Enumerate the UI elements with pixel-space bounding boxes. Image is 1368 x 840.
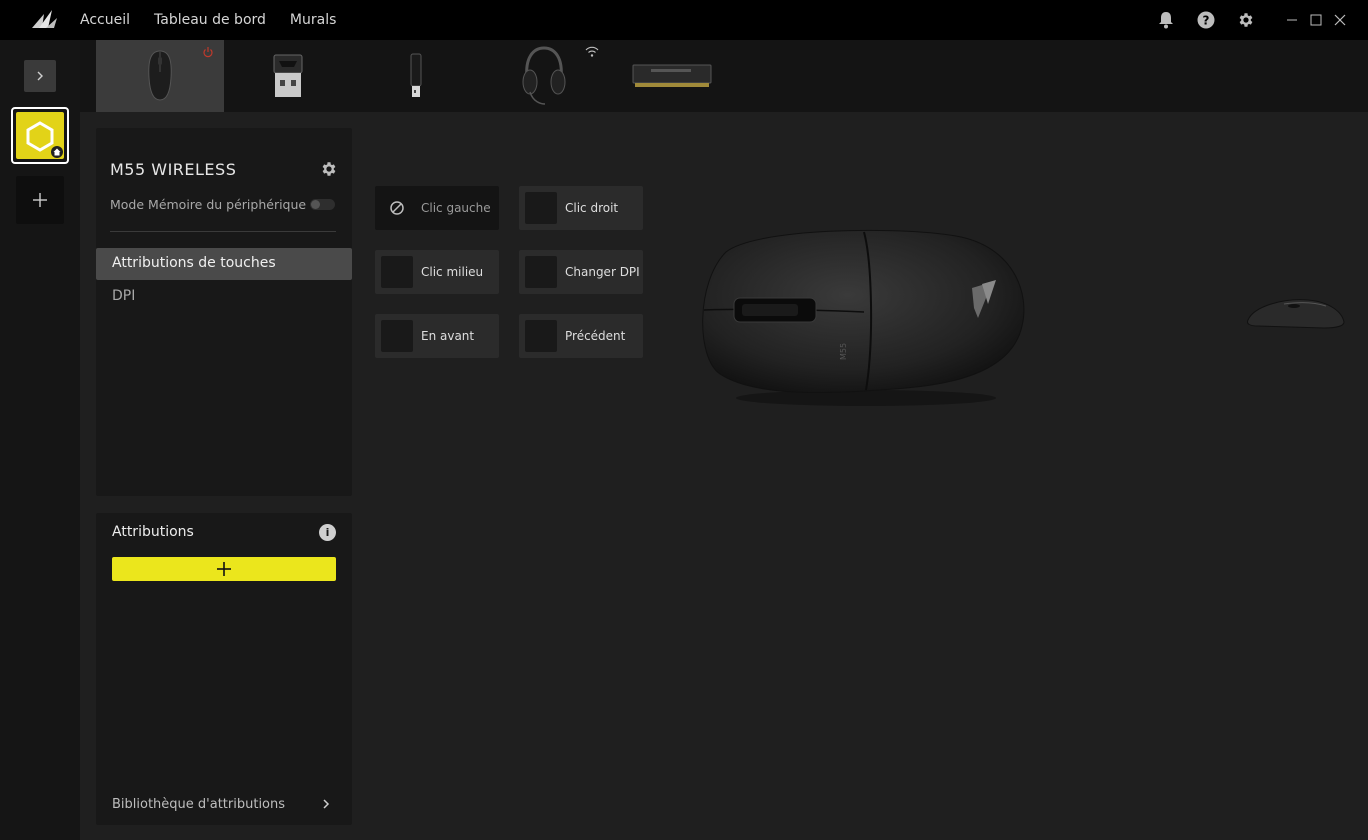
assignment-library-link[interactable]: Bibliothèque d'attributions <box>112 797 285 812</box>
nav-murals[interactable]: Murals <box>290 12 336 28</box>
disabled-icon <box>381 192 413 224</box>
svg-text:?: ? <box>1203 14 1210 28</box>
hexagon-icon <box>26 120 54 152</box>
maximize-icon[interactable] <box>1306 10 1326 30</box>
device-headset[interactable] <box>480 40 608 112</box>
key-change-dpi[interactable]: Changer DPI <box>519 250 643 294</box>
home-badge-icon <box>51 146 63 158</box>
headset-icon <box>522 46 566 105</box>
device-panel: M55 WIRELESS Mode Mémoire du périphériqu… <box>96 128 352 496</box>
svg-text:M55: M55 <box>839 343 848 360</box>
device-strip <box>80 40 1368 112</box>
key-label: Changer DPI <box>565 265 640 279</box>
key-label: Précédent <box>565 329 626 343</box>
key-left-click[interactable]: Clic gauche <box>375 186 499 230</box>
gear-icon[interactable] <box>1236 10 1256 30</box>
top-bar: Accueil Tableau de bord Murals ? <box>0 0 1368 40</box>
mouse-icon <box>148 50 172 101</box>
device-settings-gear-icon[interactable] <box>320 160 338 178</box>
chevron-right-icon[interactable] <box>321 797 331 811</box>
memory-mode-toggle[interactable] <box>310 199 335 210</box>
power-icon <box>203 47 213 58</box>
key-label: Clic droit <box>565 201 619 215</box>
memory-mode-label: Mode Mémoire du périphérique <box>110 197 307 212</box>
key-label: Clic gauche <box>421 201 491 215</box>
profile-rail <box>0 40 80 840</box>
minimize-icon[interactable] <box>1282 10 1302 30</box>
chevron-right-icon <box>37 71 43 81</box>
key-right-click[interactable]: Clic droit <box>519 186 643 230</box>
plus-icon <box>217 562 231 576</box>
main-nav: Accueil Tableau de bord Murals <box>80 0 336 40</box>
help-icon[interactable]: ? <box>1196 10 1216 30</box>
key-back[interactable]: Précédent <box>519 314 643 358</box>
key-slot <box>525 192 557 224</box>
device-usb-dongle[interactable] <box>352 40 480 112</box>
memory-module-icon <box>632 64 712 87</box>
bell-icon[interactable] <box>1156 10 1176 30</box>
key-label: En avant <box>421 329 475 343</box>
key-slot <box>525 256 557 288</box>
mouse-top-view: M55 <box>702 229 1025 406</box>
usb-receiver-icon <box>273 54 303 97</box>
close-icon[interactable] <box>1330 10 1350 30</box>
device-memory[interactable] <box>608 40 736 112</box>
key-slot <box>525 320 557 352</box>
assignments-title: Attributions <box>112 524 194 540</box>
device-title: M55 WIRELESS <box>110 160 237 179</box>
key-slot <box>381 320 413 352</box>
nav-home[interactable]: Accueil <box>80 12 130 28</box>
key-label: Clic milieu <box>421 265 484 279</box>
key-middle-click[interactable]: Clic milieu <box>375 250 499 294</box>
usb-dongle-icon <box>410 53 422 97</box>
add-profile-button[interactable] <box>16 176 64 224</box>
menu-key-assignments-label: Attributions de touches <box>112 255 276 271</box>
device-usb-receiver[interactable] <box>224 40 352 112</box>
active-profile[interactable] <box>11 107 69 164</box>
menu-key-assignments[interactable]: Attributions de touches <box>96 248 352 280</box>
divider <box>110 231 336 232</box>
add-assignment-button[interactable] <box>112 557 336 581</box>
info-icon[interactable]: i <box>319 524 336 541</box>
plus-icon <box>33 193 47 207</box>
wireless-icon <box>585 46 599 57</box>
nav-dashboard[interactable]: Tableau de bord <box>154 12 266 28</box>
expand-rail-button[interactable] <box>24 60 56 92</box>
assignments-panel: Attributions i Bibliothèque d'attributio… <box>96 513 352 825</box>
device-mouse[interactable] <box>96 40 224 112</box>
key-forward[interactable]: En avant <box>375 314 499 358</box>
corsair-logo[interactable] <box>30 8 58 32</box>
key-slot <box>381 256 413 288</box>
mouse-side-view <box>1247 299 1345 329</box>
menu-dpi[interactable]: DPI <box>112 288 135 304</box>
